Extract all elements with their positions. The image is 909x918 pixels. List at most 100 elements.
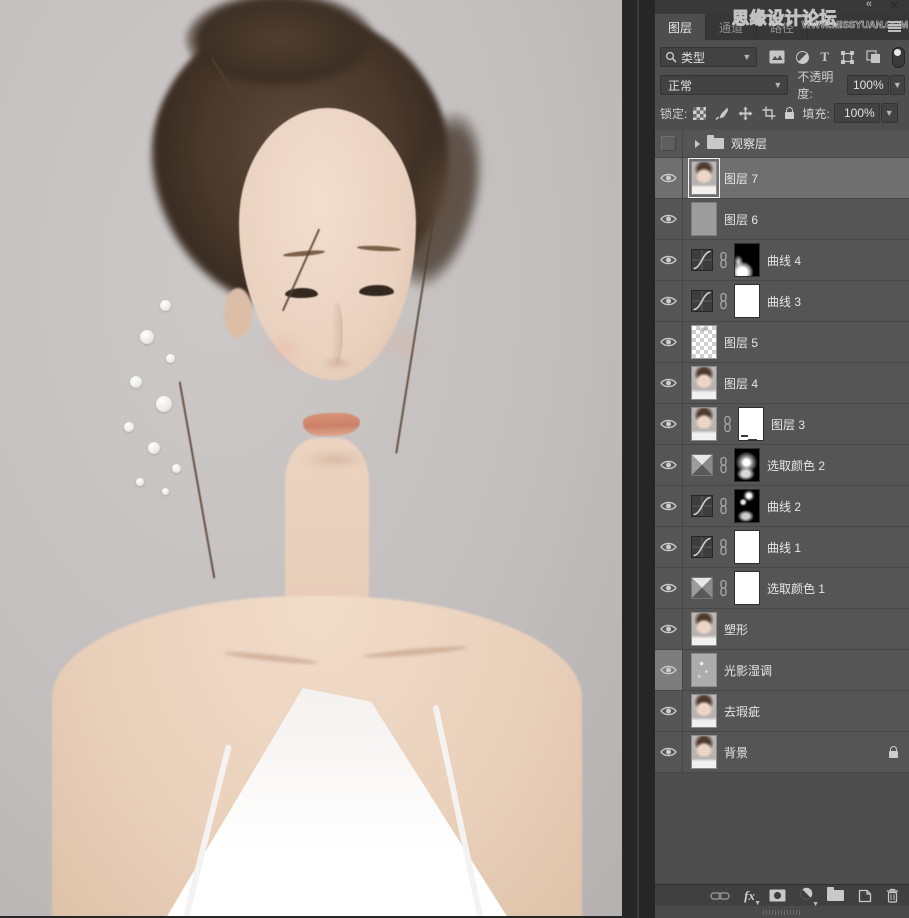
- smart-object-filter-icon[interactable]: [866, 50, 881, 64]
- lock-all-icon[interactable]: [785, 107, 794, 119]
- visibility-cell[interactable]: [655, 527, 683, 567]
- fill-input[interactable]: 100%: [834, 103, 880, 123]
- layer-name[interactable]: 光影湿调: [724, 662, 772, 679]
- delete-layer-icon[interactable]: [886, 888, 899, 903]
- blend-mode-dropdown[interactable]: 正常 ▼: [660, 75, 788, 95]
- eye-icon[interactable]: [660, 254, 677, 266]
- opacity-dropdown-arrow[interactable]: ▼: [890, 75, 905, 95]
- layer-filter-type-dropdown[interactable]: 类型 ▼: [660, 47, 757, 67]
- lock-artboard-icon[interactable]: [762, 106, 776, 120]
- layer-name[interactable]: 选取颜色 2: [767, 457, 825, 474]
- curves-adjustment-icon[interactable]: [691, 290, 713, 312]
- layer-mask-thumbnail[interactable]: [734, 448, 760, 482]
- tab-paths[interactable]: 路径: [757, 14, 808, 40]
- layer-mask-thumbnail[interactable]: [734, 530, 760, 564]
- adjustment-filter-icon[interactable]: [796, 51, 809, 64]
- new-layer-icon[interactable]: [858, 889, 872, 903]
- layer-row[interactable]: 曲线 2: [655, 486, 909, 527]
- layer-row[interactable]: 曲线 3: [655, 281, 909, 322]
- layer-thumbnail[interactable]: [691, 735, 717, 769]
- lock-image-pixels-icon[interactable]: [715, 106, 729, 120]
- layer-group-row[interactable]: 观察层: [655, 130, 909, 158]
- curves-adjustment-icon[interactable]: [691, 249, 713, 271]
- link-layers-icon[interactable]: [710, 890, 730, 902]
- layer-row[interactable]: 图层 4: [655, 363, 909, 404]
- eye-icon[interactable]: [660, 295, 677, 307]
- eye-icon[interactable]: [660, 582, 677, 594]
- layer-name[interactable]: 曲线 1: [767, 539, 801, 556]
- disclosure-triangle-icon[interactable]: [695, 140, 700, 148]
- pixel-filter-icon[interactable]: [769, 50, 785, 64]
- layer-thumbnail[interactable]: [691, 325, 717, 359]
- selective-color-adjustment-icon[interactable]: [691, 454, 713, 476]
- mask-link-icon[interactable]: [723, 415, 732, 433]
- layer-thumbnail[interactable]: [691, 694, 717, 728]
- eye-icon[interactable]: [660, 664, 677, 676]
- layer-row[interactable]: 曲线 4: [655, 240, 909, 281]
- layer-row[interactable]: 曲线 1: [655, 527, 909, 568]
- layer-name[interactable]: 图层 3: [771, 416, 805, 433]
- eye-icon[interactable]: [660, 746, 677, 758]
- layer-mask-thumbnail[interactable]: [734, 571, 760, 605]
- layer-row[interactable]: 选取颜色 1: [655, 568, 909, 609]
- layer-thumbnail[interactable]: [691, 653, 717, 687]
- layer-name[interactable]: 选取颜色 1: [767, 580, 825, 597]
- eye-icon[interactable]: [660, 336, 677, 348]
- layer-mask-thumbnail[interactable]: [734, 489, 760, 523]
- eye-icon[interactable]: [660, 541, 677, 553]
- tab-channels[interactable]: 通道: [706, 14, 757, 40]
- visibility-cell[interactable]: [655, 568, 683, 608]
- visibility-cell[interactable]: [655, 691, 683, 731]
- opacity-input[interactable]: 100%: [847, 75, 889, 95]
- layer-mask-thumbnail[interactable]: [734, 243, 760, 277]
- mask-link-icon[interactable]: [719, 456, 728, 474]
- visibility-cell[interactable]: [655, 486, 683, 526]
- visibility-cell[interactable]: [655, 322, 683, 362]
- new-group-icon[interactable]: [827, 890, 844, 901]
- visibility-cell[interactable]: [655, 281, 683, 321]
- layer-row[interactable]: 图层 5: [655, 322, 909, 363]
- curves-adjustment-icon[interactable]: [691, 536, 713, 558]
- curves-adjustment-icon[interactable]: [691, 495, 713, 517]
- add-layer-mask-icon[interactable]: [769, 889, 786, 902]
- layer-name[interactable]: 背景: [724, 744, 748, 761]
- eye-icon[interactable]: [660, 213, 677, 225]
- mask-link-icon[interactable]: [719, 497, 728, 515]
- mask-link-icon[interactable]: [719, 538, 728, 556]
- layer-row[interactable]: 去瑕疵: [655, 691, 909, 732]
- visibility-cell[interactable]: [655, 650, 683, 690]
- tab-layers[interactable]: 图层: [655, 14, 706, 40]
- layer-name[interactable]: 曲线 3: [767, 293, 801, 310]
- visibility-cell[interactable]: [655, 732, 683, 772]
- visibility-cell[interactable]: [655, 240, 683, 280]
- fill-dropdown-arrow[interactable]: ▼: [881, 103, 898, 123]
- layer-name[interactable]: 去瑕疵: [724, 703, 760, 720]
- eye-icon[interactable]: [660, 377, 677, 389]
- layer-thumbnail[interactable]: [691, 407, 717, 441]
- layer-name[interactable]: 图层 7: [724, 170, 758, 187]
- visibility-checkbox[interactable]: [661, 136, 676, 151]
- layer-row[interactable]: 图层 3: [655, 404, 909, 445]
- layer-row[interactable]: 选取颜色 2: [655, 445, 909, 486]
- layer-name[interactable]: 图层 5: [724, 334, 758, 351]
- eye-icon[interactable]: [660, 623, 677, 635]
- visibility-cell[interactable]: [655, 445, 683, 485]
- shape-filter-icon[interactable]: [840, 50, 855, 65]
- eye-icon[interactable]: [660, 500, 677, 512]
- eye-icon[interactable]: [660, 705, 677, 717]
- filter-toggle-icon[interactable]: [892, 47, 905, 68]
- eye-icon[interactable]: [660, 459, 677, 471]
- panel-menu-icon[interactable]: [888, 21, 901, 32]
- mask-link-icon[interactable]: [719, 251, 728, 269]
- layer-row[interactable]: 图层 7: [655, 158, 909, 199]
- collapse-panels-icon[interactable]: «: [866, 0, 871, 10]
- visibility-cell[interactable]: [655, 130, 683, 157]
- mask-link-icon[interactable]: [719, 292, 728, 310]
- layer-name[interactable]: 图层 6: [724, 211, 758, 228]
- mask-link-icon[interactable]: [719, 579, 728, 597]
- visibility-cell[interactable]: [655, 199, 683, 239]
- layer-name[interactable]: 观察层: [731, 135, 767, 152]
- lock-position-icon[interactable]: [738, 106, 753, 121]
- layer-row[interactable]: 背景: [655, 732, 909, 773]
- layer-row[interactable]: 塑形: [655, 609, 909, 650]
